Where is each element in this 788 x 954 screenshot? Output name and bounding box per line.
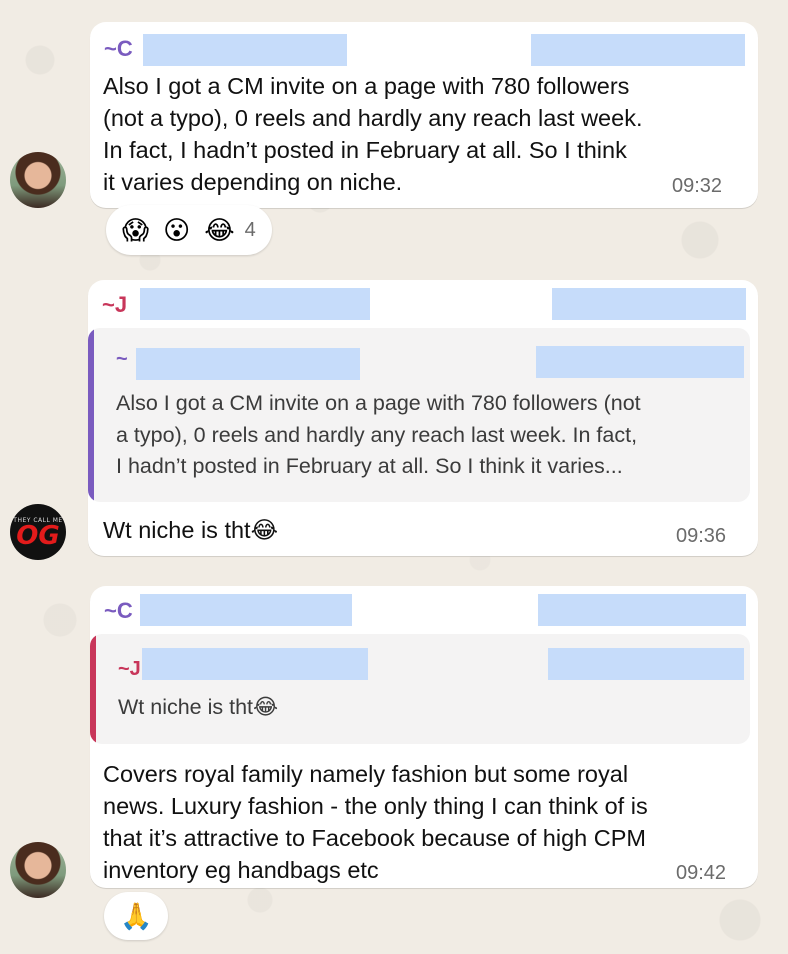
quoted-message[interactable]: ~ Also I got a CM invite on a page with … <box>88 328 750 502</box>
message-bubble[interactable]: ~C Also I got a CM invite on a page with… <box>90 22 758 208</box>
quoted-message[interactable]: ~J Wt niche is tht😂 <box>90 634 750 744</box>
message-time: 09:42 <box>676 862 727 884</box>
redacted-name <box>136 348 360 380</box>
avatar[interactable]: THEY CALL ME OG <box>10 504 66 560</box>
redacted-name <box>140 594 352 626</box>
message-time: 09:32 <box>672 175 723 197</box>
redacted-name <box>140 288 370 320</box>
message-bubble[interactable]: ~J ~ Also I got a CM invite on a page wi… <box>88 280 758 556</box>
redacted-name <box>142 648 368 680</box>
quote-sender: ~ <box>116 348 128 370</box>
laughing-emoji-icon: 😂 <box>204 214 235 245</box>
avatar-logo: OG <box>16 521 60 551</box>
message-text: Wt niche is tht😂 <box>103 517 279 543</box>
reactions-bar[interactable]: 🙏 <box>104 892 169 940</box>
quote-bar <box>88 328 94 502</box>
redacted-phone <box>531 34 745 66</box>
quote-text: Also I got a CM invite on a page with 78… <box>116 391 641 478</box>
sender-name[interactable]: ~C <box>104 598 133 624</box>
reaction-count: 4 <box>244 218 256 241</box>
message-text: Covers royal family namely fashion but s… <box>103 761 648 883</box>
avatar[interactable] <box>10 152 66 208</box>
redacted-phone <box>538 594 746 626</box>
quote-sender: ~J <box>118 658 141 680</box>
redacted-name <box>143 34 347 66</box>
redacted-phone <box>536 346 744 378</box>
redacted-phone <box>552 288 746 320</box>
message-bubble[interactable]: ~C ~J Wt niche is tht😂 Covers royal fami… <box>90 586 758 888</box>
redacted-phone <box>548 648 744 680</box>
quote-bar <box>90 634 96 744</box>
message-text: Also I got a CM invite on a page with 78… <box>103 73 643 195</box>
quote-text: Wt niche is tht😂 <box>118 695 279 719</box>
pray-emoji-icon: 🙏 <box>120 900 153 931</box>
reactions-bar[interactable]: 😱 😮 😂 4 <box>106 205 272 255</box>
scream-emoji-icon: 😱 <box>122 214 150 245</box>
message-time: 09:36 <box>676 525 727 547</box>
sender-name[interactable]: ~J <box>102 292 127 318</box>
sender-name[interactable]: ~C <box>104 36 133 62</box>
surprised-emoji-icon: 😮 <box>163 214 191 245</box>
avatar[interactable] <box>10 842 66 898</box>
